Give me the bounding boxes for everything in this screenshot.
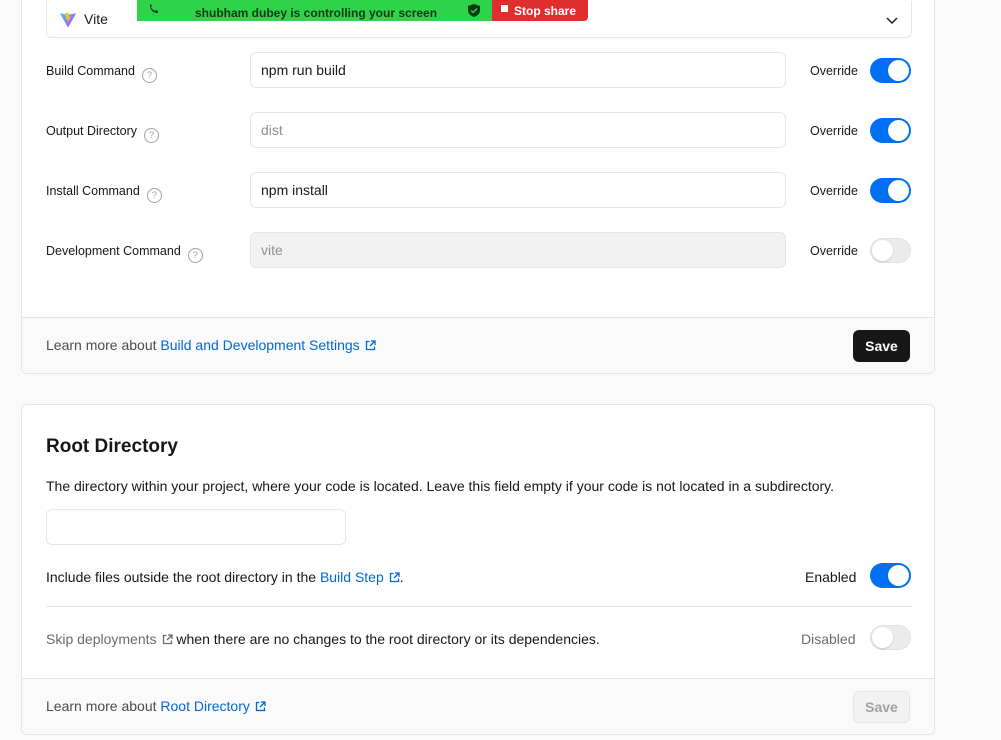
help-icon[interactable]: ? xyxy=(141,68,157,83)
install-command-input[interactable] xyxy=(250,172,786,208)
skip-deployments-state: Disabled xyxy=(801,631,856,647)
build-command-row: Build Command? Override xyxy=(46,52,912,88)
build-command-override-toggle[interactable] xyxy=(870,58,911,83)
help-icon[interactable]: ? xyxy=(146,188,162,203)
include-files-text: Include files outside the root directory… xyxy=(46,569,404,585)
build-settings-docs-link[interactable]: Build and Development Settings xyxy=(160,337,376,353)
development-command-override-toggle[interactable] xyxy=(870,238,911,263)
install-command-override-toggle[interactable] xyxy=(870,178,911,203)
output-directory-override-toggle[interactable] xyxy=(870,118,911,143)
learn-more-text: Learn more about Root Directory xyxy=(46,698,266,714)
toggle-knob xyxy=(888,120,909,141)
stop-share-button[interactable]: Stop share xyxy=(492,0,588,21)
root-directory-footer: Learn more about Root Directory Save xyxy=(22,678,934,734)
include-files-state: Enabled xyxy=(805,569,857,585)
install-command-label: Install Command? xyxy=(46,184,162,203)
external-link-icon xyxy=(162,634,173,645)
skip-deployments-link[interactable]: Skip deployments xyxy=(46,631,173,647)
section-title: Root Directory xyxy=(46,436,178,457)
save-button[interactable]: Save xyxy=(853,691,910,723)
external-link-icon xyxy=(255,701,266,712)
root-directory-docs-link[interactable]: Root Directory xyxy=(160,698,266,714)
toggle-knob xyxy=(872,627,893,648)
development-command-row: Development Command? Override xyxy=(46,232,912,268)
toggle-knob xyxy=(888,180,909,201)
build-step-link[interactable]: Build Step xyxy=(320,569,400,585)
stop-icon xyxy=(501,5,508,12)
build-command-input[interactable] xyxy=(250,52,786,88)
learn-more-text: Learn more about Build and Development S… xyxy=(46,337,376,353)
phone-icon xyxy=(150,4,158,13)
install-command-row: Install Command? Override xyxy=(46,172,912,208)
divider xyxy=(46,606,912,607)
screen-share-bar: shubham dubey is controlling your screen… xyxy=(137,0,588,31)
section-description: The directory within your project, where… xyxy=(46,478,835,494)
build-command-label: Build Command? xyxy=(46,64,157,83)
development-command-label: Development Command? xyxy=(46,244,203,263)
external-link-icon xyxy=(365,340,376,351)
include-files-toggle[interactable] xyxy=(870,563,911,588)
output-directory-row: Output Directory? Override xyxy=(46,112,912,148)
override-label: Override xyxy=(810,124,858,138)
skip-deployments-text: Skip deployments when there are no chang… xyxy=(46,631,600,647)
development-command-input[interactable] xyxy=(250,232,786,268)
output-directory-input[interactable] xyxy=(250,112,786,148)
help-icon[interactable]: ? xyxy=(187,248,203,263)
toggle-knob xyxy=(888,565,909,586)
screen-share-status: shubham dubey is controlling your screen xyxy=(137,0,492,21)
output-directory-label: Output Directory? xyxy=(46,124,160,143)
shield-check-icon xyxy=(468,4,480,17)
vite-logo-icon xyxy=(59,12,77,28)
root-directory-input[interactable] xyxy=(46,509,346,545)
build-settings-footer: Learn more about Build and Development S… xyxy=(22,317,934,373)
external-link-icon xyxy=(389,572,400,583)
chevron-down-icon xyxy=(886,17,898,24)
override-label: Override xyxy=(810,244,858,258)
build-settings-card: Vite shubham dubey is controlling your s… xyxy=(21,0,935,374)
screen-share-message: shubham dubey is controlling your screen xyxy=(195,6,438,20)
override-label: Override xyxy=(810,64,858,78)
root-directory-card: Root Directory The directory within your… xyxy=(21,404,935,735)
toggle-knob xyxy=(888,60,909,81)
override-label: Override xyxy=(810,184,858,198)
save-button[interactable]: Save xyxy=(853,330,910,362)
help-icon[interactable]: ? xyxy=(144,128,160,143)
framework-name: Vite xyxy=(84,11,108,27)
toggle-knob xyxy=(872,240,893,261)
skip-deployments-toggle[interactable] xyxy=(870,625,911,650)
stop-share-label: Stop share xyxy=(514,4,577,18)
